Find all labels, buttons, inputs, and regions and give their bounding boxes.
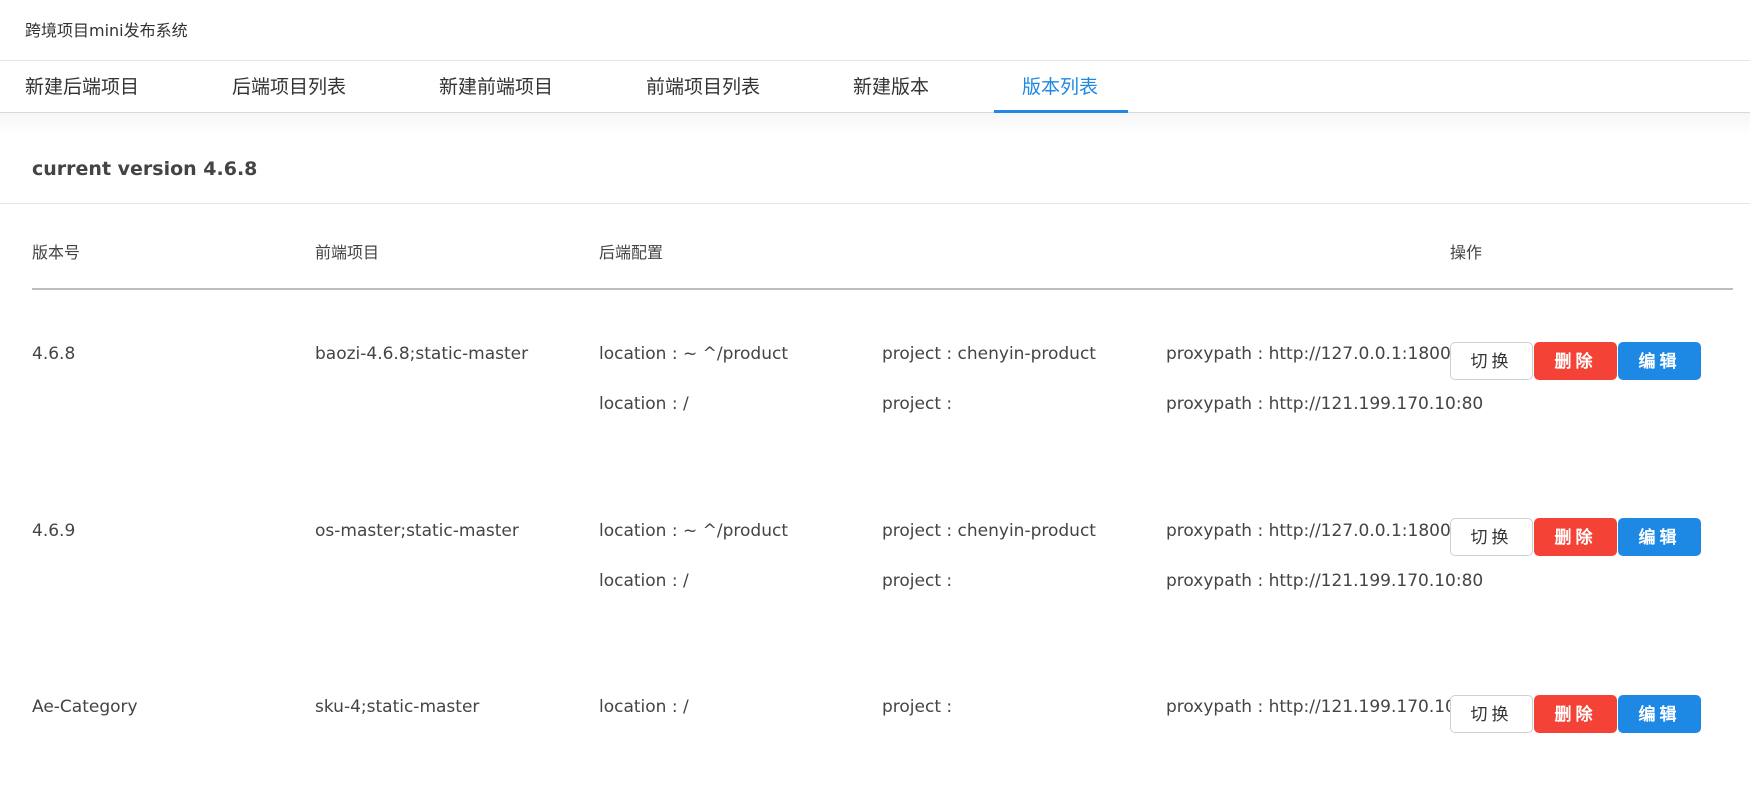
app-title: 跨境项目mini发布系统 — [25, 21, 188, 40]
edit-button[interactable]: 编辑 — [1618, 695, 1701, 733]
edit-button[interactable]: 编辑 — [1618, 518, 1701, 556]
tab-new-backend[interactable]: 新建后端项目 — [25, 62, 139, 113]
project-cell: project : — [882, 394, 953, 414]
tab-new-frontend[interactable]: 新建前端项目 — [439, 62, 553, 113]
delete-button[interactable]: 删除 — [1534, 695, 1617, 733]
app-header: 跨境项目mini发布系统 — [0, 0, 1750, 61]
version-cell: 4.6.8 — [32, 344, 76, 364]
project-cell: project : — [882, 571, 953, 591]
header-backend: 后端配置 — [599, 243, 664, 262]
tab-new-version[interactable]: 新建版本 — [853, 62, 929, 113]
current-version-title: current version 4.6.8 — [32, 158, 258, 180]
switch-button[interactable]: 切换 — [1450, 518, 1533, 556]
header-frontend: 前端项目 — [315, 243, 380, 262]
delete-button[interactable]: 删除 — [1534, 518, 1617, 556]
header-version: 版本号 — [32, 243, 81, 262]
location-cell: location : / — [599, 394, 689, 414]
version-cell: Ae-Category — [32, 697, 138, 717]
delete-button[interactable]: 删除 — [1534, 342, 1617, 380]
project-cell: project : chenyin-product — [882, 521, 1096, 541]
project-cell: project : chenyin-product — [882, 344, 1096, 364]
proxypath-cell: proxypath : http://121.199.170.10:80 — [1166, 571, 1484, 591]
location-cell: location : ~ ^/product — [599, 521, 788, 541]
table-header-divider — [32, 288, 1733, 290]
tab-version-list[interactable]: 版本列表 — [1022, 62, 1098, 113]
version-cell: 4.6.9 — [32, 521, 76, 541]
proxypath-cell: proxypath : http://127.0.0.1:18000 — [1166, 344, 1462, 364]
tab-bar: 新建后端项目 后端项目列表 新建前端项目 前端项目列表 新建版本 版本列表 — [0, 62, 1750, 113]
proxypath-cell: proxypath : http://127.0.0.1:18000 — [1166, 521, 1462, 541]
header-actions: 操作 — [1450, 243, 1483, 262]
frontend-cell: baozi-4.6.8;static-master — [315, 344, 529, 364]
frontend-cell: os-master;static-master — [315, 521, 519, 541]
proxypath-cell: proxypath : http://121.199.170.10:80 — [1166, 697, 1484, 717]
location-cell: location : / — [599, 571, 689, 591]
frontend-cell: sku-4;static-master — [315, 697, 480, 717]
tab-frontend-list[interactable]: 前端项目列表 — [646, 62, 760, 113]
project-cell: project : — [882, 697, 953, 717]
content-top-shadow — [0, 113, 1750, 135]
edit-button[interactable]: 编辑 — [1618, 342, 1701, 380]
switch-button[interactable]: 切换 — [1450, 342, 1533, 380]
location-cell: location : / — [599, 697, 689, 717]
section-divider — [0, 203, 1750, 204]
tab-backend-list[interactable]: 后端项目列表 — [232, 62, 346, 113]
proxypath-cell: proxypath : http://121.199.170.10:80 — [1166, 394, 1484, 414]
switch-button[interactable]: 切换 — [1450, 695, 1533, 733]
location-cell: location : ~ ^/product — [599, 344, 788, 364]
